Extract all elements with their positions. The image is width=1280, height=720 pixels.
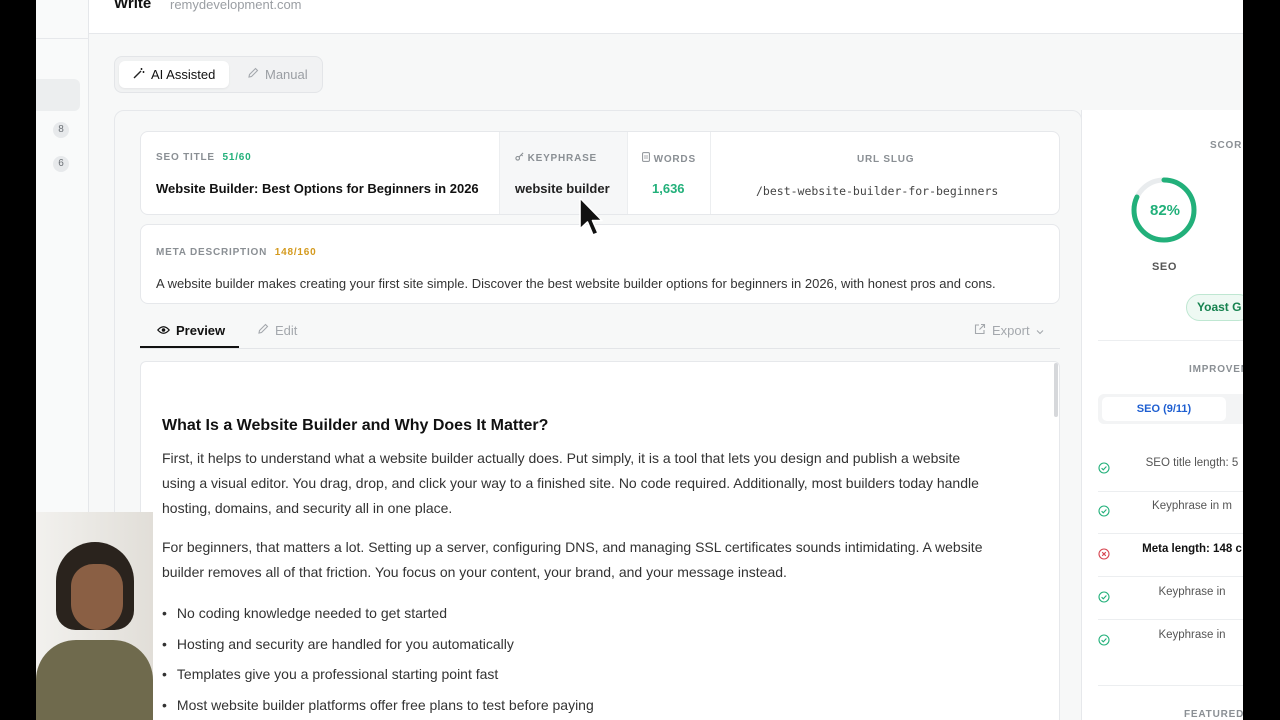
webcam-overlay (36, 512, 153, 720)
pencil-icon (247, 61, 259, 88)
export-label: Export (992, 323, 1030, 338)
manual-label: Manual (265, 67, 308, 82)
paragraph-line: using a visual editor. You drag, drop, a… (162, 475, 979, 491)
meta-description-label: META DESCRIPTION (156, 247, 268, 258)
words-value: 1,636 (652, 181, 685, 196)
improvements-label: IMPROVEN (1189, 364, 1243, 375)
check-tabs: SEO (9/11) (1098, 394, 1243, 424)
article-bullet-list: No coding knowledge needed to get starte… (162, 598, 594, 720)
meta-description-value[interactable]: A website builder makes creating your fi… (156, 276, 996, 291)
article-heading: What Is a Website Builder and Why Does I… (162, 417, 549, 434)
check-circle-icon (1098, 505, 1110, 520)
tab-preview-label: Preview (176, 323, 226, 338)
check-text: Keyphrase in (1158, 629, 1226, 641)
divider (1098, 685, 1243, 686)
check-item[interactable]: SEO title length: 5 (1098, 449, 1243, 489)
words-cell: WORDS 1,636 (628, 132, 711, 214)
list-item: No coding knowledge needed to get starte… (162, 598, 594, 629)
article-preview[interactable]: What Is a Website Builder and Why Does I… (140, 361, 1060, 720)
x-circle-icon (1098, 548, 1110, 563)
divider (1098, 533, 1243, 534)
keyphrase-value: website builder (515, 181, 610, 196)
check-text: Meta length: 148 c (1142, 543, 1242, 555)
paragraph-line: hosting, domains, and security all in on… (162, 500, 453, 516)
magic-wand-icon (133, 61, 145, 88)
seo-title-label: SEO TITLE (156, 152, 215, 163)
keyphrase-label-row: KEYPHRASE (515, 152, 597, 164)
words-label-row: WORDS (642, 152, 696, 165)
keyphrase-cell[interactable]: KEYPHRASE website builder (499, 132, 628, 214)
key-icon (515, 152, 528, 164)
rail-badge: 8 (53, 122, 69, 138)
seo-sidebar: SCOR 82% SEO Yoast G IMPROVEN SEO (9/11)… (1081, 110, 1243, 720)
rail-badge: 6 (53, 156, 69, 172)
mode-toggle: AI Assisted Manual (114, 56, 323, 93)
check-item[interactable]: Keyphrase in (1098, 578, 1243, 618)
check-circle-icon (1098, 462, 1110, 477)
tab-edit[interactable]: Edit (257, 323, 297, 338)
seo-title-value[interactable]: Website Builder: Best Options for Beginn… (156, 181, 479, 196)
webcam-person-body (36, 640, 153, 720)
document-icon (642, 152, 654, 165)
active-tab-indicator (140, 346, 239, 348)
ai-assisted-button[interactable]: AI Assisted (119, 61, 230, 88)
list-item: Most website builder platforms offer fre… (162, 690, 594, 720)
check-text: SEO title length: 5 (1145, 457, 1239, 469)
external-link-icon (974, 323, 986, 338)
list-item: Templates give you a professional starti… (162, 659, 594, 690)
check-text: Keyphrase in m (1152, 500, 1232, 512)
article-paragraph: First, it helps to understand what a web… (162, 446, 1042, 521)
manual-button[interactable]: Manual (233, 61, 322, 88)
rail-selected-item[interactable] (36, 79, 80, 111)
keyphrase-label: KEYPHRASE (527, 153, 598, 164)
view-tabs: Preview Edit Export (140, 316, 1060, 349)
meta-label-row: META DESCRIPTION 148/160 (156, 247, 316, 258)
eye-icon (157, 323, 170, 338)
check-item[interactable]: Meta length: 148 c (1098, 535, 1243, 575)
check-circle-icon (1098, 634, 1110, 649)
url-slug-value[interactable]: /best-website-builder-for-beginners (756, 184, 998, 198)
url-slug-label: URL SLUG (857, 154, 915, 165)
tab-edit-label: Edit (275, 323, 298, 338)
score-label: SCOR (1210, 140, 1243, 151)
divider (1098, 619, 1243, 620)
tab-preview[interactable]: Preview (157, 323, 225, 338)
check-item[interactable]: Keyphrase in m (1098, 492, 1243, 532)
chevron-down-icon (1036, 323, 1044, 338)
divider (1098, 576, 1243, 577)
featured-label: FEATURED (1184, 709, 1243, 720)
check-item[interactable]: Keyphrase in (1098, 621, 1243, 661)
paragraph-line: For beginners, that matters a lot. Setti… (162, 539, 983, 555)
export-dropdown[interactable]: Export (974, 323, 1044, 338)
paragraph-line: First, it helps to understand what a web… (162, 450, 961, 466)
app-window: 8 6 Write remydevelopment.com AI Assiste… (36, 0, 1243, 720)
meta-description-count: 148/160 (274, 247, 317, 258)
pencil-icon (257, 323, 269, 338)
paragraph-line: builder removes all of that friction. Yo… (162, 564, 787, 580)
preview-scrollbar[interactable] (1054, 363, 1058, 417)
seo-score-caption: SEO (1152, 261, 1178, 273)
letterbox-right (1243, 0, 1280, 720)
words-label: WORDS (653, 154, 696, 165)
webcam-person-face (71, 564, 123, 630)
check-circle-icon (1098, 591, 1110, 606)
header-bar: Write remydevelopment.com (89, 0, 1243, 34)
seo-title-label-row: SEO TITLE 51/60 (156, 152, 252, 163)
mouse-cursor-icon (579, 197, 603, 236)
page-title: Write (114, 0, 152, 12)
divider (1098, 340, 1243, 341)
list-item: Hosting and security are handled for you… (162, 629, 594, 660)
seo-score-value: 82% (1149, 202, 1181, 219)
ai-assisted-label: AI Assisted (151, 67, 216, 82)
article-paragraph: For beginners, that matters a lot. Setti… (162, 535, 1042, 585)
yoast-badge[interactable]: Yoast G (1186, 294, 1243, 321)
check-text: Keyphrase in (1158, 586, 1226, 598)
tab-seo-checks[interactable]: SEO (9/11) (1102, 397, 1226, 421)
rail-divider (36, 38, 89, 39)
site-domain: remydevelopment.com (170, 0, 302, 12)
seo-title-count: 51/60 (222, 152, 252, 163)
